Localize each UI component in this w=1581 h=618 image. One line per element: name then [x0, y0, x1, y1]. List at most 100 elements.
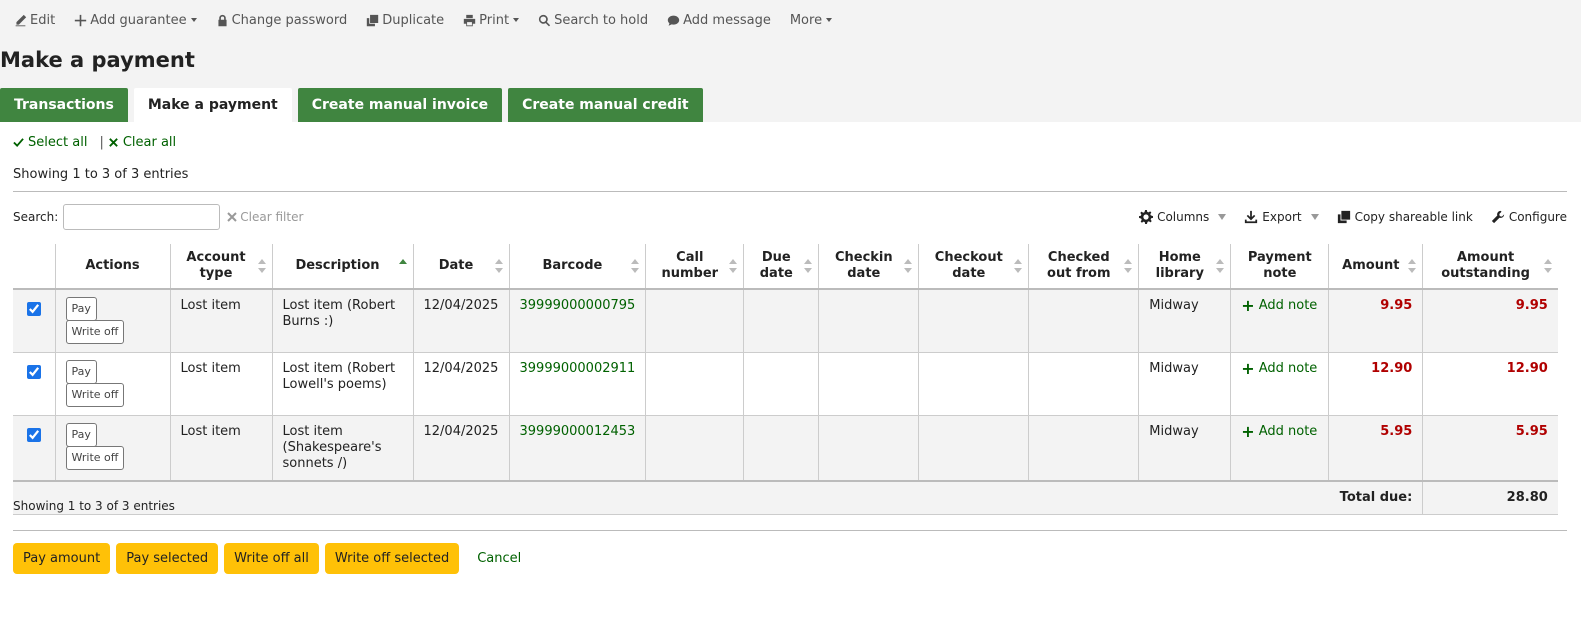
- columns-button[interactable]: Columns: [1139, 210, 1227, 224]
- due-date-cell: [743, 415, 819, 481]
- write-off-button[interactable]: Write off: [65, 320, 125, 344]
- search-icon: [538, 14, 551, 26]
- plus-icon: +: [1241, 422, 1255, 441]
- account-type-cell: Lost item: [169, 415, 272, 481]
- write-off-button[interactable]: Write off: [65, 446, 125, 470]
- row-checkbox[interactable]: [26, 302, 41, 316]
- header-text: date: [952, 266, 986, 281]
- export-button[interactable]: Export: [1244, 210, 1319, 224]
- due-date-cell: [743, 288, 819, 353]
- column-header-amount-outstanding[interactable]: Amount outstanding: [1422, 244, 1558, 290]
- cancel-link[interactable]: Cancel: [477, 551, 521, 566]
- header-text: date: [847, 266, 881, 281]
- header-text: Checkout: [934, 250, 1003, 265]
- pay-button[interactable]: Pay: [65, 297, 97, 321]
- add-message-label: Add message: [683, 12, 771, 28]
- write-off-selected-button[interactable]: Write off selected: [324, 543, 460, 574]
- add-note-button[interactable]: + Add note: [1241, 361, 1318, 377]
- column-header-home-library[interactable]: Home library: [1138, 244, 1231, 290]
- add-guarantee-label: Add guarantee: [90, 12, 187, 28]
- amount-cell: 5.95: [1328, 415, 1423, 481]
- call-number-cell: [645, 352, 744, 416]
- barcode-link[interactable]: 39999000000795: [520, 298, 636, 313]
- tab-transactions[interactable]: Transactions: [0, 88, 128, 122]
- change-password-button[interactable]: Change password: [216, 13, 347, 28]
- barcode-link[interactable]: 39999000012453: [520, 424, 636, 439]
- sort-icon: [631, 259, 640, 273]
- sort-icon: [1014, 259, 1023, 273]
- column-header-barcode[interactable]: Barcode: [508, 244, 646, 290]
- tab-make-a-payment[interactable]: Make a payment: [133, 88, 292, 122]
- home-library-cell: Midway: [1138, 352, 1231, 416]
- barcode-link[interactable]: 39999000002911: [520, 361, 636, 376]
- header-text: number: [661, 266, 719, 281]
- total-row: Total due: 28.80: [13, 480, 1558, 515]
- write-off-all-button[interactable]: Write off all: [224, 543, 319, 574]
- payment-note-cell: + Add note: [1230, 352, 1329, 416]
- select-all-label: Select all: [28, 135, 88, 150]
- add-note-button[interactable]: + Add note: [1241, 298, 1318, 314]
- barcode-cell: 39999000002911: [508, 352, 646, 416]
- write-off-button[interactable]: Write off: [65, 383, 125, 407]
- tab-create-manual-credit[interactable]: Create manual credit: [508, 88, 703, 122]
- add-message-button[interactable]: Add message: [667, 13, 771, 28]
- pay-button[interactable]: Pay: [65, 360, 97, 384]
- header-text: Barcode: [542, 258, 603, 273]
- select-all-link[interactable]: Select all: [13, 135, 87, 150]
- table-row: PayWrite off Lost item Lost item (Shakes…: [13, 415, 1558, 481]
- column-header-date[interactable]: Date: [412, 244, 509, 290]
- column-header-checkout-date[interactable]: Checkout date: [918, 244, 1029, 290]
- column-header-account-type[interactable]: Account type: [169, 244, 272, 290]
- header-text: Amount: [1456, 250, 1515, 265]
- add-note-button[interactable]: + Add note: [1241, 424, 1318, 440]
- column-header-description[interactable]: Description: [271, 244, 413, 290]
- column-header-due-date[interactable]: Due date: [743, 244, 819, 290]
- column-header-checkin-date[interactable]: Checkin date: [818, 244, 919, 290]
- add-guarantee-button[interactable]: Add guarantee: [74, 12, 197, 28]
- edit-button[interactable]: Edit: [14, 13, 55, 28]
- page-title: Make a payment: [0, 48, 195, 72]
- column-header-payment-note: Payment note: [1230, 244, 1329, 290]
- amount-outstanding-cell: 9.95: [1422, 288, 1558, 353]
- column-header-call-number[interactable]: Call number: [645, 244, 744, 290]
- tab-create-manual-invoice[interactable]: Create manual invoice: [297, 88, 503, 122]
- print-button[interactable]: Print: [463, 13, 520, 28]
- column-header-select: [13, 244, 55, 290]
- download-icon: [1245, 210, 1258, 224]
- more-button[interactable]: More: [790, 13, 833, 28]
- edit-label: Edit: [30, 12, 56, 28]
- sort-icon: [1124, 259, 1133, 273]
- column-header-amount[interactable]: Amount: [1328, 244, 1423, 290]
- row-checkbox[interactable]: [26, 365, 41, 379]
- pay-button[interactable]: Pay: [65, 423, 97, 447]
- search-input[interactable]: [63, 204, 221, 230]
- checked-out-from-cell: [1028, 352, 1139, 416]
- total-due-value: 28.80: [1422, 480, 1558, 515]
- description-cell: Lost item (Shakespeare's sonnets /): [271, 415, 413, 481]
- caret-down-icon: [1218, 214, 1227, 220]
- column-header-checked-out-from[interactable]: Checked out from: [1028, 244, 1139, 290]
- header-text: Home: [1158, 250, 1201, 265]
- comment-icon: [667, 15, 680, 26]
- select-controls: Select all | Clear all: [13, 135, 176, 150]
- header-text: Checked: [1047, 250, 1110, 265]
- search-label: Search:: [13, 210, 59, 224]
- account-type-cell: Lost item: [169, 352, 272, 416]
- configure-button[interactable]: Configure: [1491, 210, 1567, 224]
- copy-shareable-link-button[interactable]: Copy shareable link: [1337, 210, 1473, 224]
- divider: [13, 530, 1567, 531]
- table-tools: Columns Export Copy shareable link Confi…: [1121, 210, 1567, 224]
- row-checkbox[interactable]: [26, 428, 41, 442]
- clear-all-link[interactable]: Clear all: [108, 135, 176, 150]
- pay-selected-button[interactable]: Pay selected: [116, 543, 219, 574]
- sort-icon: [729, 259, 738, 273]
- add-note-label: Add note: [1258, 424, 1318, 439]
- header-text: library: [1155, 266, 1204, 281]
- pay-amount-button[interactable]: Pay amount: [13, 543, 111, 574]
- duplicate-button[interactable]: Duplicate: [366, 13, 444, 28]
- sort-icon: [257, 259, 266, 273]
- clear-filter-button[interactable]: Clear filter: [227, 210, 303, 224]
- barcode-cell: 39999000012453: [508, 415, 646, 481]
- search-to-hold-button[interactable]: Search to hold: [538, 13, 648, 28]
- wrench-icon: [1491, 210, 1504, 224]
